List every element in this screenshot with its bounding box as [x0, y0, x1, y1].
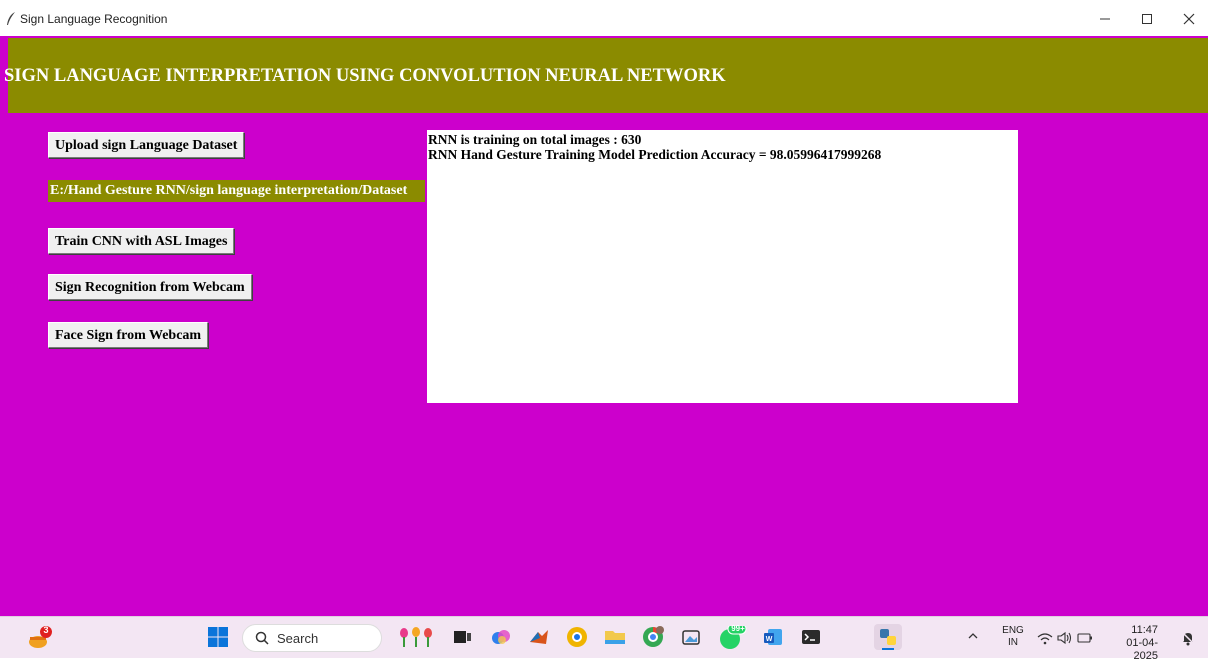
bell-icon: [1181, 631, 1195, 646]
window-titlebar: Sign Language Recognition: [0, 0, 1208, 36]
copilot-icon: [492, 630, 510, 644]
chrome-icon: [567, 627, 587, 647]
quick-settings-button[interactable]: [1036, 629, 1096, 647]
network-volume-battery-icons: [1037, 631, 1092, 645]
show-hidden-icons-button[interactable]: [966, 629, 980, 643]
language-indicator[interactable]: ENG IN: [1002, 625, 1024, 649]
terminal-icon: [802, 630, 820, 644]
notifications-button[interactable]: [1180, 630, 1196, 646]
maximize-icon: [1142, 14, 1152, 24]
chevron-up-icon: [968, 633, 978, 639]
chrome-app[interactable]: [642, 626, 664, 648]
photos-app[interactable]: [680, 626, 702, 648]
active-indicator: [882, 648, 894, 650]
minimize-button[interactable]: [1090, 6, 1120, 32]
window-title: Sign Language Recognition: [20, 12, 168, 26]
feather-icon: [6, 12, 16, 26]
webcam-recognition-button[interactable]: Sign Recognition from Webcam: [48, 274, 252, 300]
clock-time: 11:47: [1131, 624, 1158, 636]
widgets-button[interactable]: 3: [26, 625, 54, 651]
matlab-app[interactable]: [528, 626, 550, 648]
output-line: RNN Hand Gesture Training Model Predicti…: [428, 147, 882, 162]
clock-date: 01-04-2025: [1126, 637, 1158, 662]
terminal-app[interactable]: [800, 626, 822, 648]
search-icon: [255, 631, 269, 645]
copilot-app[interactable]: [490, 626, 512, 648]
word-app[interactable]: W: [762, 626, 784, 648]
windows-icon: [208, 627, 228, 647]
face-sign-button[interactable]: Face Sign from Webcam: [48, 322, 209, 348]
output-line: RNN is training on total images : 630: [428, 132, 642, 147]
svg-text:W: W: [766, 636, 773, 643]
clock[interactable]: 11:47 01-04-2025: [1102, 624, 1158, 663]
train-cnn-button[interactable]: Train CNN with ASL Images: [48, 228, 235, 254]
close-button[interactable]: [1174, 6, 1204, 32]
tulips-icon: [400, 627, 432, 647]
file-explorer-app[interactable]: [604, 626, 626, 648]
task-view-icon: [454, 631, 471, 643]
region-label: IN: [1008, 637, 1018, 648]
language-label: ENG: [1002, 625, 1024, 636]
python-icon: [880, 629, 896, 645]
maximize-button[interactable]: [1132, 6, 1162, 32]
whatsapp-badge: 99+: [731, 624, 745, 633]
chrome-canary-app[interactable]: [566, 626, 588, 648]
dataset-path-label: E:/Hand Gesture RNN/sign language interp…: [48, 180, 425, 202]
close-icon: [1183, 13, 1195, 25]
page-title: SIGN LANGUAGE INTERPRETATION USING CONVO…: [4, 66, 726, 86]
output-textarea[interactable]: RNN is training on total images : 630 RN…: [427, 130, 1018, 403]
upload-dataset-button[interactable]: Upload sign Language Dataset: [48, 132, 245, 158]
taskbar: 3 Search 99+ W ENG IN 11:47 01-04-2025: [0, 616, 1208, 662]
header-banner: SIGN LANGUAGE INTERPRETATION USING CONVO…: [4, 36, 1208, 113]
python-app-active[interactable]: [874, 624, 902, 650]
task-view-button[interactable]: [451, 626, 473, 648]
minimize-icon: [1100, 18, 1110, 20]
photos-icon: [682, 630, 700, 645]
tulips-app[interactable]: [398, 626, 436, 648]
matlab-icon: [530, 630, 548, 644]
notification-badge: 3: [43, 625, 49, 635]
start-button[interactable]: [207, 626, 229, 648]
word-icon: W: [764, 629, 782, 645]
whatsapp-app[interactable]: 99+: [718, 623, 748, 649]
app-window: SIGN LANGUAGE INTERPRETATION USING CONVO…: [0, 36, 1208, 616]
chrome-profile-icon: [643, 626, 664, 647]
taskbar-search[interactable]: Search: [242, 624, 382, 652]
folder-icon: [605, 631, 625, 644]
search-placeholder: Search: [277, 631, 319, 646]
